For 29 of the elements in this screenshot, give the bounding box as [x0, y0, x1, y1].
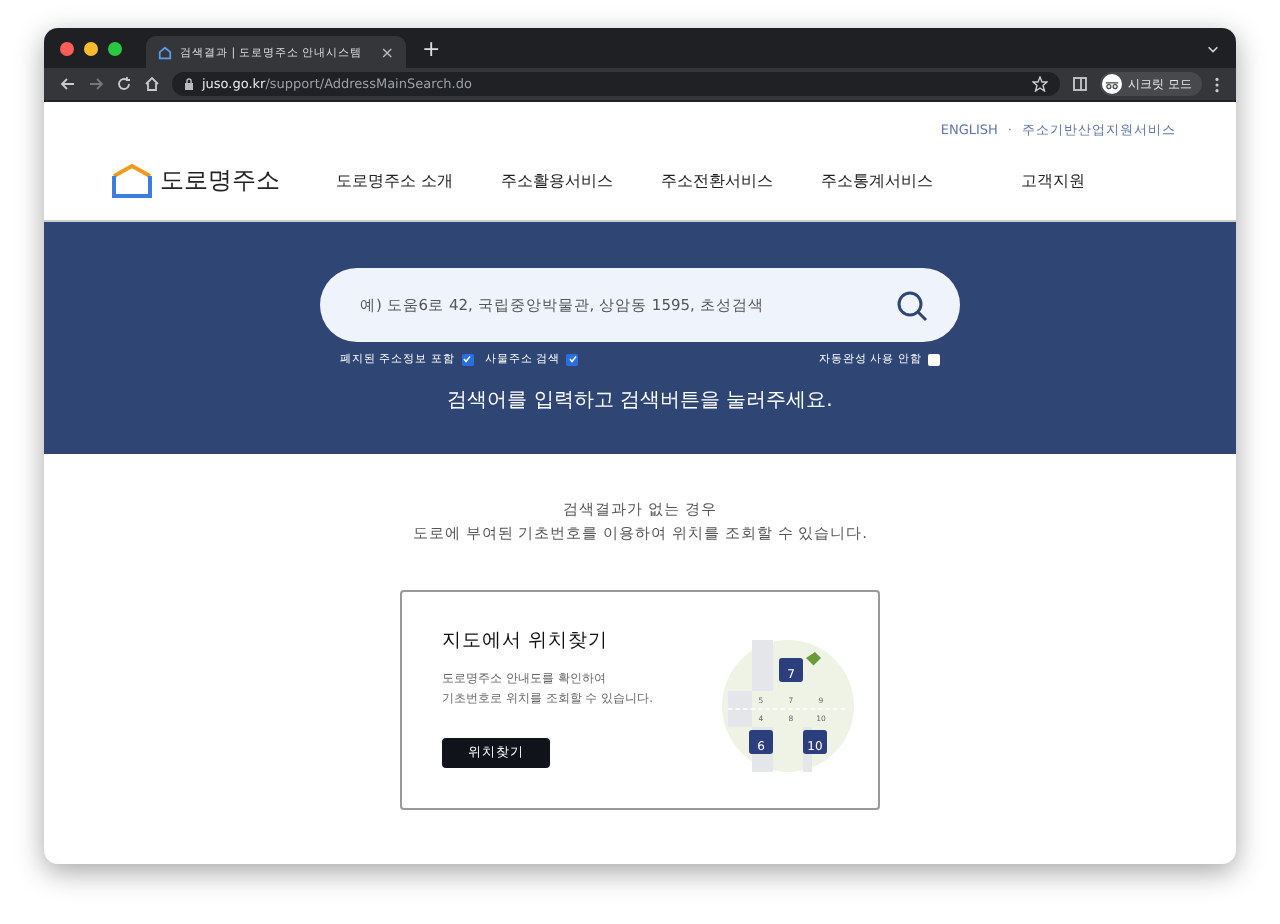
forward-icon[interactable]: [88, 76, 104, 92]
nav-menu-item[interactable]: 주소통계서비스: [801, 170, 954, 192]
checkbox[interactable]: [461, 353, 473, 365]
checkbox[interactable]: [928, 353, 940, 365]
site-logo[interactable]: 도로명주소: [160, 164, 280, 198]
back-icon[interactable]: [60, 76, 76, 92]
close-icon[interactable]: ×: [380, 43, 394, 61]
checkbox[interactable]: [566, 353, 579, 365]
search-icon[interactable]: [896, 289, 928, 321]
house-icon: [158, 45, 172, 59]
card-title: 지도에서 위치찾기: [442, 628, 611, 654]
search-hint: 검색어를 입력하고 검색버튼을 눌러주세요.: [447, 388, 833, 414]
close-window-button[interactable]: [60, 41, 74, 55]
nav-menu-item[interactable]: 주소전환서비스: [641, 170, 794, 192]
incognito-icon: [1102, 74, 1123, 94]
new-tab-button[interactable]: +: [422, 35, 441, 61]
reload-icon[interactable]: [116, 76, 132, 92]
sidebar-icon[interactable]: [1072, 76, 1089, 92]
lock-icon: [184, 78, 194, 90]
minimize-window-button[interactable]: [84, 41, 98, 55]
nav-menu-item[interactable]: 고객지원: [1001, 170, 1106, 192]
chevron-down-icon[interactable]: [1206, 41, 1220, 55]
maximize-window-button[interactable]: [108, 41, 122, 55]
nav-menu-item[interactable]: 도로명주소 소개: [316, 170, 474, 192]
house-logo-icon: [112, 164, 152, 198]
home-icon[interactable]: [144, 76, 160, 92]
menu-icon[interactable]: [1214, 75, 1220, 93]
star-icon[interactable]: [1032, 76, 1049, 92]
nav-menu-item[interactable]: 주소활용서비스: [481, 170, 634, 192]
